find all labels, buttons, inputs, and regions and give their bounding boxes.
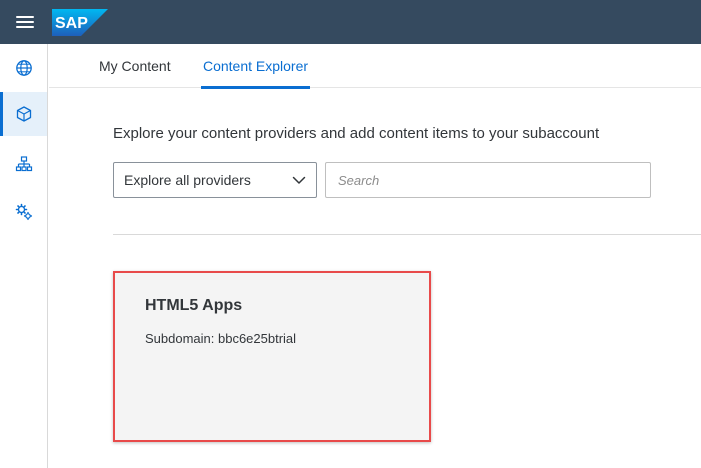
divider: [113, 234, 701, 235]
tab-content-explorer[interactable]: Content Explorer: [201, 44, 310, 89]
sap-logo-text: SAP: [55, 15, 88, 32]
sidenav-item-globe[interactable]: [0, 46, 47, 90]
settings-gears-icon: [15, 203, 32, 221]
sidenav-item-settings[interactable]: [0, 190, 47, 234]
card-title: HTML5 Apps: [145, 297, 243, 314]
hamburger-menu-icon[interactable]: [16, 14, 34, 30]
shell-bar: SAP: [0, 0, 701, 44]
content-provider-card-html5-apps[interactable]: HTML5 Apps Subdomain: bbc6e25btrial: [113, 271, 431, 442]
tab-bar: My Content Content Explorer: [49, 44, 701, 89]
sap-logo[interactable]: SAP: [52, 9, 108, 36]
cube-icon: [16, 106, 31, 122]
sidenav-item-hierarchy[interactable]: [0, 142, 47, 186]
side-navigation: [0, 44, 48, 468]
search-input[interactable]: [325, 162, 651, 198]
globe-icon: [15, 60, 32, 76]
content-explorer-panel: Explore your content providers and add c…: [49, 89, 701, 468]
hierarchy-icon: [15, 156, 32, 172]
card-subdomain: Subdomain: bbc6e25btrial: [145, 331, 297, 346]
sidenav-item-content[interactable]: [0, 92, 47, 136]
chevron-down-icon: [292, 176, 306, 184]
page-heading: Explore your content providers and add c…: [113, 125, 600, 142]
provider-select[interactable]: Explore all providers: [113, 162, 317, 198]
tab-my-content[interactable]: My Content: [99, 44, 171, 88]
provider-select-value: Explore all providers: [124, 172, 251, 188]
